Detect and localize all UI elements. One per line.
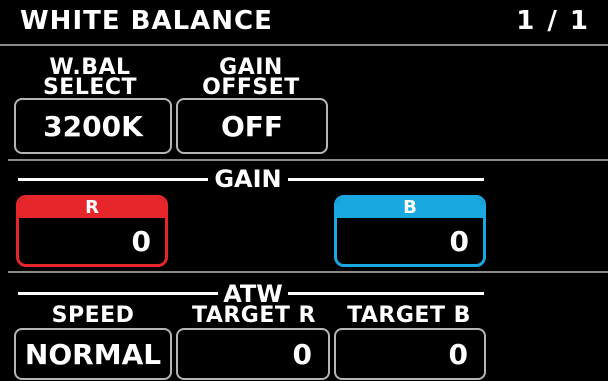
wbal-select-label: W.BAL SELECT bbox=[20, 57, 160, 100]
page-title: WHITE BALANCE bbox=[20, 6, 273, 36]
gain-r-label: R bbox=[19, 198, 165, 218]
gain-rule-right bbox=[288, 178, 484, 181]
page-indicator: 1 / 1 bbox=[516, 6, 590, 36]
gain-offset-label: GAIN OFFSET bbox=[176, 57, 326, 100]
gain-section-title: GAIN bbox=[214, 165, 282, 193]
speed-label: SPEED bbox=[51, 303, 135, 328]
divider-2 bbox=[8, 271, 608, 273]
gain-b-label: B bbox=[337, 198, 483, 218]
target-b-label: TARGET B bbox=[347, 303, 471, 328]
wbal-select-button[interactable]: 3200K bbox=[14, 98, 172, 154]
gain-offset-label-line2: OFFSET bbox=[202, 75, 300, 100]
atw-rule-right bbox=[288, 292, 484, 295]
atw-target-r-button[interactable]: 0 bbox=[176, 328, 330, 380]
target-r-label: TARGET R bbox=[192, 303, 316, 328]
gain-r-panel[interactable]: R 0 bbox=[16, 195, 168, 267]
divider-1 bbox=[8, 159, 608, 161]
atw-rule-left bbox=[18, 292, 218, 295]
wbal-label-line2: SELECT bbox=[42, 75, 138, 100]
gain-r-value: 0 bbox=[131, 225, 151, 258]
gain-rule-left bbox=[18, 178, 208, 181]
atw-speed-button[interactable]: NORMAL bbox=[14, 328, 172, 380]
gain-offset-button[interactable]: OFF bbox=[176, 98, 328, 154]
atw-target-b-button[interactable]: 0 bbox=[334, 328, 486, 380]
gain-b-value: 0 bbox=[449, 225, 469, 258]
gain-b-panel[interactable]: B 0 bbox=[334, 195, 486, 267]
